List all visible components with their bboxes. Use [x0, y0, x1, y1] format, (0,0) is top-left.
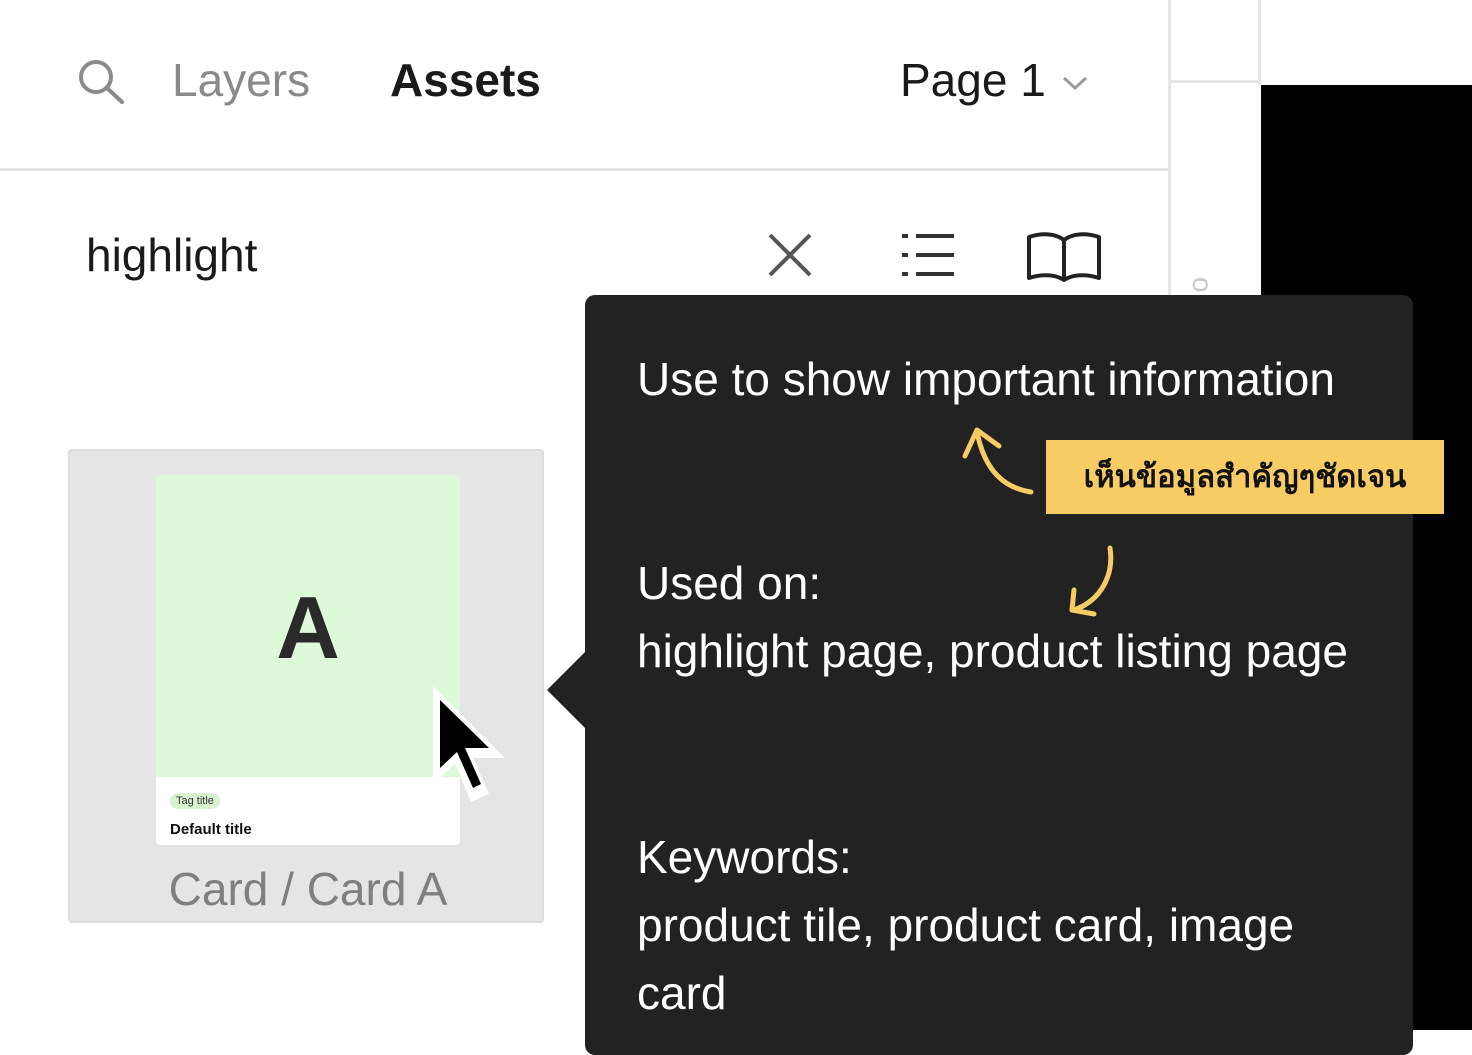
team-library-button[interactable]	[1024, 226, 1104, 284]
ruler-divider-vertical	[1258, 0, 1261, 85]
mouse-cursor-icon	[433, 686, 505, 802]
chevron-down-icon	[1062, 76, 1087, 91]
thumbnail-letter: A	[276, 578, 340, 677]
asset-search-input[interactable]: highlight	[86, 226, 257, 284]
thumbnail-image: A	[156, 475, 460, 777]
tooltip-description: Use to show important information	[637, 353, 1335, 405]
tab-assets[interactable]: Assets	[390, 52, 541, 108]
thumbnail-tag: Tag title	[170, 793, 220, 809]
used-on-label: Used on:	[637, 557, 822, 609]
list-view-icon	[902, 234, 954, 276]
tooltip-keywords: Keywords: product tile, product card, im…	[637, 823, 1377, 1027]
panel-tabs-bar: Layers Assets Page 1	[0, 0, 1168, 171]
close-icon	[768, 233, 812, 277]
book-icon	[1027, 232, 1101, 282]
asset-thumbnail: A Tag title Default title	[156, 475, 460, 845]
keywords-label: Keywords:	[637, 831, 852, 883]
annotation-arrow-icon	[962, 427, 1034, 495]
annotation-arrow-down-icon	[1069, 545, 1114, 617]
thumbnail-title: Default title	[170, 821, 252, 838]
page-selector[interactable]: Page 1	[900, 52, 1088, 108]
used-on-value: highlight page, product listing page	[637, 625, 1348, 677]
clear-search-button[interactable]	[760, 226, 820, 284]
annotation-note: เห็นข้อมูลสำคัญๆชัดเจน	[1046, 440, 1444, 514]
asset-name: Card / Card A	[168, 863, 448, 915]
tooltip-used-on: Used on: highlight page, product listing…	[637, 549, 1377, 685]
asset-tooltip: Use to show important information Used o…	[585, 295, 1413, 1055]
keywords-value: product tile, product card, image card	[637, 899, 1295, 1019]
list-view-button[interactable]	[896, 226, 960, 284]
ruler-divider-horizontal	[1171, 80, 1261, 83]
page-selector-label: Page 1	[900, 54, 1046, 106]
search-icon[interactable]	[74, 56, 128, 106]
tab-layers[interactable]: Layers	[172, 52, 310, 108]
tooltip-pointer	[547, 650, 587, 730]
